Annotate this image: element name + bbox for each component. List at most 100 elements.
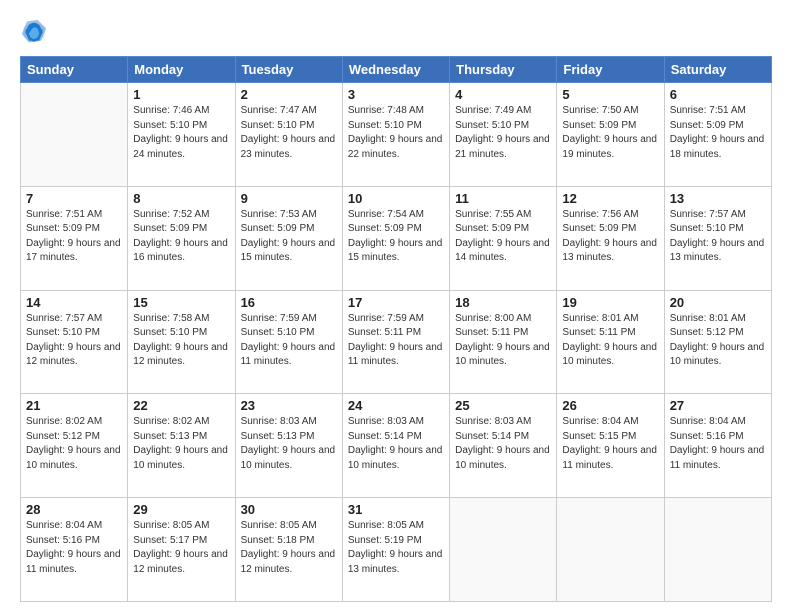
calendar-cell <box>450 498 557 602</box>
day-number: 23 <box>241 398 337 413</box>
calendar-cell: 26Sunrise: 8:04 AMSunset: 5:15 PMDayligh… <box>557 394 664 498</box>
calendar-cell: 30 Sunrise: 8:05 AMSunset: 5:18 PMDayligh… <box>235 498 342 602</box>
calendar-cell: 6 Sunrise: 7:51 AMSunset: 5:09 PMDaylight… <box>664 83 771 187</box>
calendar-cell: 7Sunrise: 7:51 AMSunset: 5:09 PMDaylight… <box>21 186 128 290</box>
day-info: Sunrise: 7:53 AMSunset: 5:09 PMDaylight:… <box>241 208 337 266</box>
day-info: Sunrise: 7:52 AMSunset: 5:09 PMDaylight:… <box>133 208 229 266</box>
calendar-cell: 18 Sunrise: 8:00 AMSunset: 5:11 PMDayligh… <box>450 290 557 394</box>
calendar-cell: 12 Sunrise: 7:56 AMSunset: 5:09 PMDayligh… <box>557 186 664 290</box>
calendar-cell: 14 Sunrise: 7:57 AMSunset: 5:10 PMDayligh… <box>21 290 128 394</box>
day-info: Sunrise: 7:48 AMSunset: 5:10 PMDaylight:… <box>348 104 444 162</box>
calendar-cell: 19 Sunrise: 8:01 AMSunset: 5:11 PMDayligh… <box>557 290 664 394</box>
calendar-week-row: 1 Sunrise: 7:46 AMSunset: 5:10 PMDaylight… <box>21 83 772 187</box>
calendar-cell: 31 Sunrise: 8:05 AMSunset: 5:19 PMDayligh… <box>342 498 449 602</box>
day-info: Sunrise: 8:03 AMSunset: 5:13 PMDaylight:… <box>241 415 337 473</box>
calendar-cell: 24 Sunrise: 8:03 AMSunset: 5:14 PMDayligh… <box>342 394 449 498</box>
day-number: 13 <box>670 191 766 206</box>
day-number: 15 <box>133 295 229 310</box>
day-number: 1 <box>133 87 229 102</box>
day-number: 19 <box>562 295 658 310</box>
day-number: 5 <box>562 87 658 102</box>
calendar-cell: 27Sunrise: 8:04 AMSunset: 5:16 PMDayligh… <box>664 394 771 498</box>
calendar-week-row: 7Sunrise: 7:51 AMSunset: 5:09 PMDaylight… <box>21 186 772 290</box>
logo <box>20 18 52 46</box>
day-info: Sunrise: 8:03 AMSunset: 5:14 PMDaylight:… <box>455 415 551 473</box>
calendar-week-row: 28Sunrise: 8:04 AMSunset: 5:16 PMDayligh… <box>21 498 772 602</box>
day-info: Sunrise: 8:05 AMSunset: 5:19 PMDaylight:… <box>348 519 444 577</box>
calendar-cell: 21 Sunrise: 8:02 AMSunset: 5:12 PMDayligh… <box>21 394 128 498</box>
day-info: Sunrise: 8:05 AMSunset: 5:18 PMDaylight:… <box>241 519 337 577</box>
calendar-day-header: Sunday <box>21 57 128 83</box>
calendar-day-header: Friday <box>557 57 664 83</box>
calendar-week-row: 14 Sunrise: 7:57 AMSunset: 5:10 PMDayligh… <box>21 290 772 394</box>
day-number: 4 <box>455 87 551 102</box>
calendar-week-row: 21 Sunrise: 8:02 AMSunset: 5:12 PMDayligh… <box>21 394 772 498</box>
day-info: Sunrise: 8:04 AMSunset: 5:16 PMDaylight:… <box>26 519 122 577</box>
day-number: 6 <box>670 87 766 102</box>
day-info: Sunrise: 7:46 AMSunset: 5:10 PMDaylight:… <box>133 104 229 162</box>
calendar-cell: 1 Sunrise: 7:46 AMSunset: 5:10 PMDaylight… <box>128 83 235 187</box>
calendar-day-header: Wednesday <box>342 57 449 83</box>
day-number: 25 <box>455 398 551 413</box>
day-number: 26 <box>562 398 658 413</box>
day-info: Sunrise: 7:54 AMSunset: 5:09 PMDaylight:… <box>348 208 444 266</box>
day-info: Sunrise: 8:00 AMSunset: 5:11 PMDaylight:… <box>455 312 551 370</box>
day-number: 20 <box>670 295 766 310</box>
calendar-cell: 16 Sunrise: 7:59 AMSunset: 5:10 PMDayligh… <box>235 290 342 394</box>
calendar-cell: 25 Sunrise: 8:03 AMSunset: 5:14 PMDayligh… <box>450 394 557 498</box>
calendar-day-header: Monday <box>128 57 235 83</box>
calendar-cell: 5Sunrise: 7:50 AMSunset: 5:09 PMDaylight… <box>557 83 664 187</box>
day-number: 18 <box>455 295 551 310</box>
day-number: 16 <box>241 295 337 310</box>
day-number: 11 <box>455 191 551 206</box>
day-number: 22 <box>133 398 229 413</box>
calendar-day-header: Tuesday <box>235 57 342 83</box>
logo-icon <box>20 18 48 46</box>
day-number: 3 <box>348 87 444 102</box>
calendar-cell: 15 Sunrise: 7:58 AMSunset: 5:10 PMDayligh… <box>128 290 235 394</box>
calendar-cell: 8 Sunrise: 7:52 AMSunset: 5:09 PMDaylight… <box>128 186 235 290</box>
day-info: Sunrise: 8:04 AMSunset: 5:16 PMDaylight:… <box>670 415 766 473</box>
calendar-header-row: SundayMondayTuesdayWednesdayThursdayFrid… <box>21 57 772 83</box>
calendar-cell: 3 Sunrise: 7:48 AMSunset: 5:10 PMDaylight… <box>342 83 449 187</box>
calendar-cell: 20 Sunrise: 8:01 AMSunset: 5:12 PMDayligh… <box>664 290 771 394</box>
day-number: 7 <box>26 191 122 206</box>
day-number: 2 <box>241 87 337 102</box>
calendar-cell: 29Sunrise: 8:05 AMSunset: 5:17 PMDayligh… <box>128 498 235 602</box>
calendar-table: SundayMondayTuesdayWednesdayThursdayFrid… <box>20 56 772 602</box>
calendar-day-header: Thursday <box>450 57 557 83</box>
day-number: 30 <box>241 502 337 517</box>
day-info: Sunrise: 7:57 AMSunset: 5:10 PMDaylight:… <box>26 312 122 370</box>
day-info: Sunrise: 8:02 AMSunset: 5:12 PMDaylight:… <box>26 415 122 473</box>
day-info: Sunrise: 7:59 AMSunset: 5:10 PMDaylight:… <box>241 312 337 370</box>
calendar-cell <box>557 498 664 602</box>
day-info: Sunrise: 7:51 AMSunset: 5:09 PMDaylight:… <box>670 104 766 162</box>
day-number: 8 <box>133 191 229 206</box>
calendar-cell: 11 Sunrise: 7:55 AMSunset: 5:09 PMDayligh… <box>450 186 557 290</box>
day-number: 14 <box>26 295 122 310</box>
day-number: 31 <box>348 502 444 517</box>
day-info: Sunrise: 7:55 AMSunset: 5:09 PMDaylight:… <box>455 208 551 266</box>
calendar-cell: 2 Sunrise: 7:47 AMSunset: 5:10 PMDaylight… <box>235 83 342 187</box>
day-info: Sunrise: 8:03 AMSunset: 5:14 PMDaylight:… <box>348 415 444 473</box>
day-info: Sunrise: 8:01 AMSunset: 5:12 PMDaylight:… <box>670 312 766 370</box>
day-info: Sunrise: 7:56 AMSunset: 5:09 PMDaylight:… <box>562 208 658 266</box>
page: SundayMondayTuesdayWednesdayThursdayFrid… <box>0 0 792 612</box>
day-number: 21 <box>26 398 122 413</box>
calendar-cell: 9Sunrise: 7:53 AMSunset: 5:09 PMDaylight… <box>235 186 342 290</box>
calendar-cell: 13Sunrise: 7:57 AMSunset: 5:10 PMDayligh… <box>664 186 771 290</box>
calendar-cell <box>21 83 128 187</box>
day-info: Sunrise: 8:01 AMSunset: 5:11 PMDaylight:… <box>562 312 658 370</box>
calendar-cell: 28Sunrise: 8:04 AMSunset: 5:16 PMDayligh… <box>21 498 128 602</box>
calendar-cell: 17Sunrise: 7:59 AMSunset: 5:11 PMDayligh… <box>342 290 449 394</box>
day-number: 29 <box>133 502 229 517</box>
day-number: 17 <box>348 295 444 310</box>
day-info: Sunrise: 8:02 AMSunset: 5:13 PMDaylight:… <box>133 415 229 473</box>
day-info: Sunrise: 7:58 AMSunset: 5:10 PMDaylight:… <box>133 312 229 370</box>
day-info: Sunrise: 7:47 AMSunset: 5:10 PMDaylight:… <box>241 104 337 162</box>
header <box>20 18 772 46</box>
calendar-day-header: Saturday <box>664 57 771 83</box>
day-info: Sunrise: 7:49 AMSunset: 5:10 PMDaylight:… <box>455 104 551 162</box>
day-number: 12 <box>562 191 658 206</box>
day-number: 24 <box>348 398 444 413</box>
